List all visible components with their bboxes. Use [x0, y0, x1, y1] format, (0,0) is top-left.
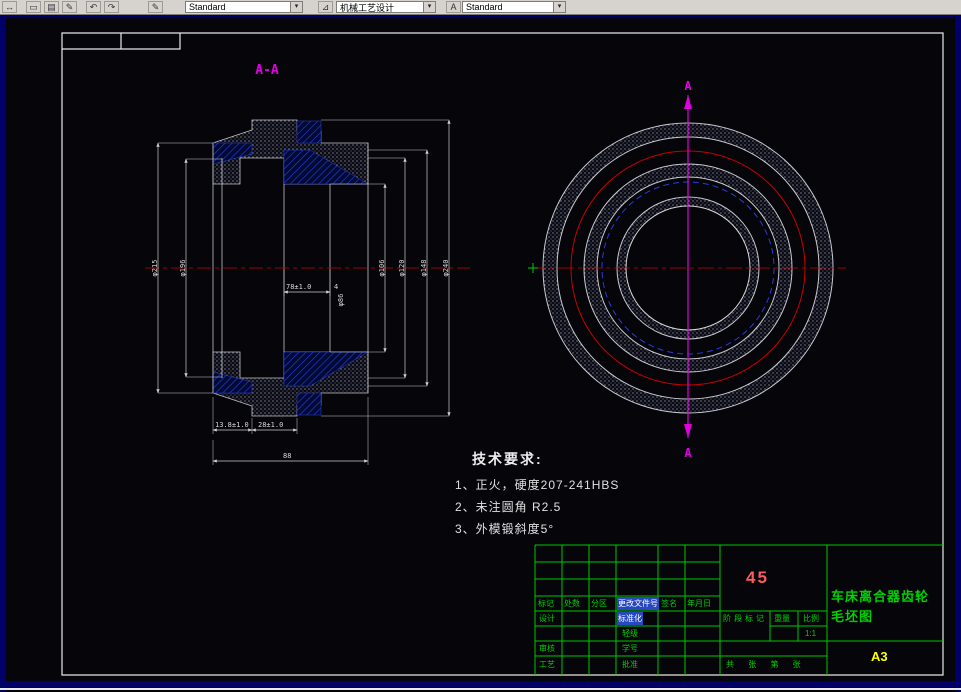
open-icon[interactable]: ▤ [44, 1, 59, 13]
titleblock-header-mark[interactable]: 标记 [538, 597, 554, 610]
titleblock-sheet-size[interactable]: A3 [871, 649, 888, 664]
titleblock-drawing-title-line1[interactable]: 车床离合器齿轮 [831, 586, 929, 605]
grip-cross[interactable] [528, 263, 538, 273]
process-style-value: 机械工艺设计 [340, 2, 395, 13]
titleblock-header-sign[interactable]: 签名 [661, 597, 677, 610]
tech-requirement-item[interactable]: 3、外模锻斜度5° [455, 520, 554, 537]
pencil-icon[interactable]: ✎ [62, 1, 77, 13]
titleblock-student-id-label[interactable]: 学号 [622, 642, 638, 655]
dimension-style-combobox[interactable]: Standard ▾ [185, 1, 303, 13]
dim-label-right-1[interactable]: φ106 [378, 260, 386, 277]
section-arrow-bottom [684, 424, 692, 438]
chevron-down-icon[interactable]: ▾ [290, 2, 302, 12]
titleblock-scale-label[interactable]: 比例 [803, 612, 819, 625]
titleblock-design-label[interactable]: 设计 [539, 612, 555, 625]
dim-label-right-3[interactable]: φ148 [420, 260, 428, 277]
new-icon[interactable]: ▭ [26, 1, 41, 13]
titleblock-header-change-file[interactable]: 更改文件号 [617, 597, 659, 610]
titleblock-audit-label[interactable]: 审核 [539, 642, 555, 655]
dim-label-right-2[interactable]: φ120 [398, 260, 406, 277]
titleblock-process-label[interactable]: 工艺 [539, 658, 555, 671]
toolbar: ↔ ▭ ▤ ✎ ↶ ↷ ✎ Standard ▾ ⊿ 机械工艺设计 ▾ A St… [0, 0, 961, 15]
undo-icon[interactable]: ↶ [86, 1, 101, 13]
process-style-combobox[interactable]: 机械工艺设计 ▾ [336, 1, 436, 13]
tech-requirements-title[interactable]: 技术要求: [472, 449, 543, 469]
dim-label-rim-width[interactable]: 28±1.0 [258, 421, 283, 429]
dim-label-bore[interactable]: φ86 [337, 294, 345, 307]
dim-label-flange-width[interactable]: 13.8±1.0 [215, 421, 249, 429]
edit-icon[interactable]: ✎ [148, 1, 163, 13]
section-arrow-top [684, 95, 692, 109]
titleblock-stage-mark-label[interactable]: 阶段标记 [723, 612, 768, 625]
chevron-down-icon[interactable]: ▾ [423, 2, 435, 12]
dim-label-overall[interactable]: 88 [283, 452, 291, 460]
tech-requirement-item[interactable]: 1、正火，硬度207-241HBS [455, 476, 619, 493]
chevron-down-icon[interactable]: ▾ [553, 2, 565, 12]
titleblock-header-date[interactable]: 年月日 [687, 597, 711, 610]
titleblock-approve-label[interactable]: 批准 [622, 658, 638, 671]
titleblock-header-count[interactable]: 处数 [564, 597, 580, 610]
titleblock-drawing-title-line2[interactable]: 毛坯图 [831, 606, 873, 625]
pan-icon[interactable]: ↔ [2, 1, 17, 13]
titleblock-sheets-label[interactable]: 共 张 第 张 [726, 658, 807, 671]
titleblock-grade-label[interactable]: 轻级 [622, 627, 638, 640]
titleblock-scale-value[interactable]: 1:1 [805, 627, 816, 640]
titleblock-standardization-label[interactable]: 标准化 [617, 612, 643, 625]
titleblock-header-zone[interactable]: 分区 [591, 597, 607, 610]
redo-icon[interactable]: ↷ [104, 1, 119, 13]
dim-label-left-inner[interactable]: φ196 [179, 260, 187, 277]
dim-label-hub-width[interactable]: 78±1.0 [286, 283, 311, 291]
tech-requirement-item[interactable]: 2、未注圆角 R2.5 [455, 498, 561, 515]
section-view-label[interactable]: A-A [255, 63, 279, 78]
dimension-style-value: Standard [189, 2, 226, 12]
text-style-value: Standard [466, 2, 503, 12]
titleblock-material[interactable]: 45 [746, 568, 769, 588]
drawing-geometry: 78±1.0 4 13.8±1.0 28±1.0 88 φ215 φ196 φ8… [61, 32, 944, 676]
section-marker-top[interactable]: A [684, 79, 692, 93]
front-view[interactable] [528, 95, 846, 438]
text-style-combobox[interactable]: Standard ▾ [462, 1, 566, 13]
dim-label-right-outer[interactable]: φ240 [442, 260, 450, 277]
dim-style-icon[interactable]: ⊿ [318, 1, 333, 13]
titleblock-weight-label[interactable]: 重量 [774, 612, 790, 625]
section-marker-bottom[interactable]: A [684, 446, 692, 460]
drawing-frame[interactable] [61, 32, 944, 676]
dim-label-step[interactable]: 4 [334, 283, 338, 291]
dim-label-left-outer[interactable]: φ215 [151, 260, 159, 277]
text-style-icon[interactable]: A [446, 1, 461, 13]
